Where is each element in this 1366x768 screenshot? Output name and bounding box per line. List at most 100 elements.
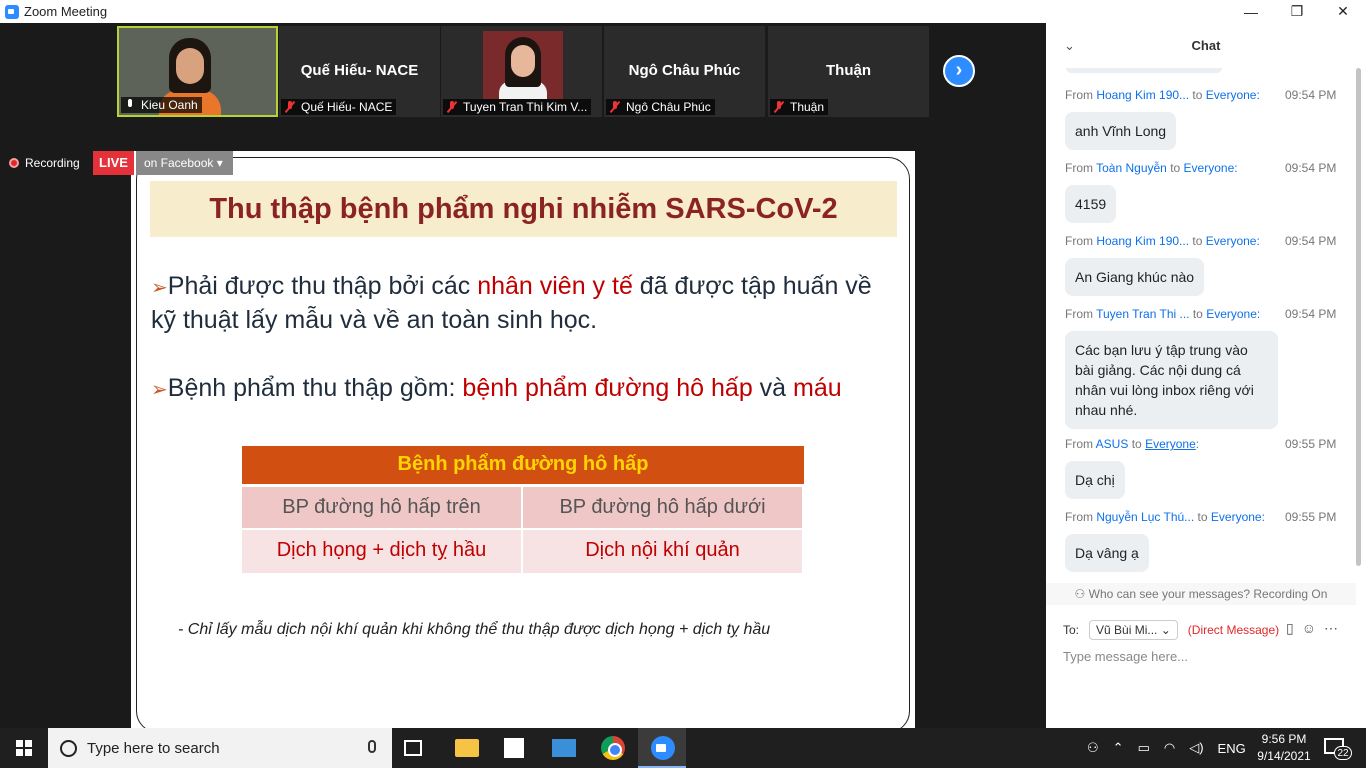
recording-indicator[interactable]: Recording	[9, 151, 80, 175]
message-time: 09:55 PM	[1285, 437, 1337, 451]
message-bubble: Các bạn lưu ý tập trung vào bài giảng. C…	[1065, 331, 1278, 429]
people-icon: ⚇	[1074, 587, 1089, 601]
system-tray: ⚇ ⌃ ▭ ◠ ◁) ENG	[1080, 728, 1253, 768]
minimize-button[interactable]: —	[1228, 0, 1274, 23]
who-can-see-messages[interactable]: ⚇ Who can see your messages? Recording O…	[1046, 583, 1356, 605]
chat-message: From Hoang Kim 190... to Everyone: 09:54 …	[1065, 88, 1345, 150]
recipient-name[interactable]: Everyone:	[1206, 307, 1260, 321]
live-badge[interactable]: LIVE	[93, 151, 134, 175]
direct-message-label: (Direct Message)	[1187, 623, 1280, 637]
slide-bullet-2: ➢Bệnh phẩm thu thập gồm: bệnh phẩm đường…	[151, 372, 901, 406]
recipient-row: To: Vũ Bùi Mi... ⌄ (Direct Message)	[1063, 620, 1279, 640]
next-participants-button[interactable]: ›	[943, 55, 975, 87]
message-time: 09:54 PM	[1285, 88, 1337, 102]
recipient-name[interactable]: Everyone:	[1206, 88, 1260, 102]
taskbar-search[interactable]: Type here to search	[48, 728, 392, 768]
start-button[interactable]	[0, 728, 48, 768]
message-time: 09:54 PM	[1285, 234, 1337, 248]
close-button[interactable]: ✕	[1320, 0, 1366, 23]
participant-label: Thuận	[770, 99, 829, 115]
recipient-name[interactable]: Everyone	[1145, 437, 1196, 451]
chat-title: Chat	[1191, 38, 1221, 53]
sender-name[interactable]: Hoang Kim 190...	[1096, 234, 1189, 248]
windows-taskbar: Type here to search ⚇ ⌃ ▭ ◠ ◁) ENG 9:56 …	[0, 728, 1366, 768]
chat-panel: ⌄ Chat From Hoang Kim 190... to Everyone…	[1046, 23, 1366, 728]
sender-name[interactable]: Toàn Nguyễn	[1096, 161, 1167, 175]
sender-name[interactable]: ASUS	[1096, 437, 1129, 451]
battery-icon[interactable]: ▭	[1138, 740, 1150, 756]
participant-tile[interactable]: Thuận Thuận	[768, 26, 929, 117]
participant-tile[interactable]: Ngô Châu Phúc Ngô Châu Phúc	[604, 26, 765, 117]
microphone-icon[interactable]	[368, 740, 376, 753]
table-row: Dịch họng + dịch tỵ hầu Dịch nội khí quả…	[242, 530, 804, 573]
sender-name[interactable]: Hoang Kim 190...	[1096, 88, 1189, 102]
people-icon[interactable]: ⚇	[1087, 740, 1099, 756]
table-header: Bệnh phẩm đường hô hấp	[242, 446, 804, 487]
message-meta: From Hoang Kim 190... to Everyone: 09:54 …	[1065, 234, 1337, 248]
chevron-right-icon: ›	[955, 59, 963, 81]
participant-label: Quế Hiếu- NACE	[281, 99, 397, 115]
more-icon[interactable]: ⋯	[1324, 620, 1338, 637]
message-meta: From Nguyễn Lục Thú... to Everyone: 09:55…	[1065, 510, 1337, 524]
message-bubble: 4159	[1065, 185, 1117, 223]
chevron-up-icon[interactable]: ⌃	[1113, 740, 1124, 756]
chat-tools: ▯ ☺ ⋯	[1286, 620, 1338, 637]
participant-tile-video[interactable]: Kieu Oanh	[117, 26, 278, 117]
action-center-button[interactable]: 22	[1324, 738, 1352, 760]
bullet-text: Phải được thu thập bởi các	[167, 272, 478, 300]
table-cell: Dịch họng + dịch tỵ hầu	[242, 530, 523, 573]
chat-messages[interactable]: From Hoang Kim 190... to Everyone: 09:54 …	[1046, 68, 1366, 583]
recipient-name[interactable]: Everyone:	[1184, 161, 1238, 175]
taskbar-clock[interactable]: 9:56 PM 9/14/2021	[1256, 731, 1312, 765]
live-platform-dropdown[interactable]: on Facebook ▾	[136, 151, 233, 175]
message-bubble: Dạ chị	[1065, 461, 1125, 499]
participant-label: Tuyen Tran Thi Kim V...	[443, 99, 592, 115]
participant-tile[interactable]: Quế Hiếu- NACE Quế Hiếu- NACE	[279, 26, 440, 117]
mail-icon[interactable]	[552, 739, 576, 757]
chat-message: From Nguyễn Lục Thú... to Everyone: 09:55…	[1065, 510, 1345, 572]
caret-down-icon: ▾	[216, 156, 223, 170]
bullet-arrow-icon: ➢	[151, 277, 168, 299]
notification-count: 22	[1334, 746, 1352, 760]
windows-logo-icon	[16, 740, 32, 756]
restore-button[interactable]: ❐	[1274, 0, 1320, 23]
cortana-icon	[60, 739, 77, 757]
chat-scrollbar[interactable]	[1356, 68, 1361, 566]
recipient-name[interactable]: Everyone:	[1206, 234, 1260, 248]
zoom-app-icon	[5, 4, 19, 19]
participant-name: Ngô Châu Phúc	[628, 62, 741, 79]
volume-icon[interactable]: ◁)	[1189, 740, 1203, 756]
mic-muted-icon	[284, 101, 296, 113]
collapse-chevron-icon[interactable]: ⌄	[1064, 23, 1075, 68]
specimen-table: Bệnh phẩm đường hô hấp BP đường hô hấp t…	[242, 446, 804, 573]
previous-message-bubble	[1066, 68, 1222, 73]
window-title: Zoom Meeting	[24, 4, 108, 19]
message-meta: From Hoang Kim 190... to Everyone: 09:54 …	[1065, 88, 1337, 102]
table-row: BP đường hô hấp trên BP đường hô hấp dướ…	[242, 487, 804, 530]
zoom-icon[interactable]	[651, 736, 675, 760]
file-explorer-icon[interactable]	[455, 739, 479, 757]
bullet-highlight: nhân viên y tế	[477, 272, 633, 300]
sender-name[interactable]: Tuyen Tran Thi ...	[1096, 307, 1189, 321]
clock-time: 9:56 PM	[1261, 732, 1307, 746]
message-meta: From Toàn Nguyễn to Everyone: 09:54 PM	[1065, 161, 1337, 175]
wifi-icon[interactable]: ◠	[1164, 740, 1175, 756]
message-input[interactable]: Type message here...	[1063, 649, 1188, 664]
record-dot-icon	[9, 158, 19, 168]
message-time: 09:54 PM	[1285, 161, 1337, 175]
chat-header: ⌄ Chat	[1046, 23, 1366, 68]
store-icon[interactable]	[504, 738, 524, 758]
emoji-icon[interactable]: ☺	[1302, 620, 1316, 637]
message-meta: From ASUS to Everyone: 09:55 PM	[1065, 437, 1337, 451]
task-view-icon[interactable]	[404, 740, 422, 756]
chat-message: From ASUS to Everyone: 09:55 PM Dạ chị	[1065, 437, 1345, 499]
recipient-select[interactable]: Vũ Bùi Mi... ⌄	[1089, 620, 1178, 640]
file-icon[interactable]: ▯	[1286, 620, 1294, 637]
chrome-icon[interactable]	[601, 736, 625, 760]
sender-name[interactable]: Nguyễn Lục Thú...	[1096, 510, 1194, 524]
bullet-highlight: bệnh phẩm đường hô hấp	[462, 374, 753, 402]
language-indicator[interactable]: ENG	[1218, 741, 1246, 756]
participant-tile-photo[interactable]: Tuyen Tran Thi Kim V...	[441, 26, 602, 117]
recipient-name[interactable]: Everyone:	[1211, 510, 1265, 524]
slide-title: Thu thập bệnh phẩm nghi nhiễm SARS-CoV-2	[150, 181, 897, 237]
